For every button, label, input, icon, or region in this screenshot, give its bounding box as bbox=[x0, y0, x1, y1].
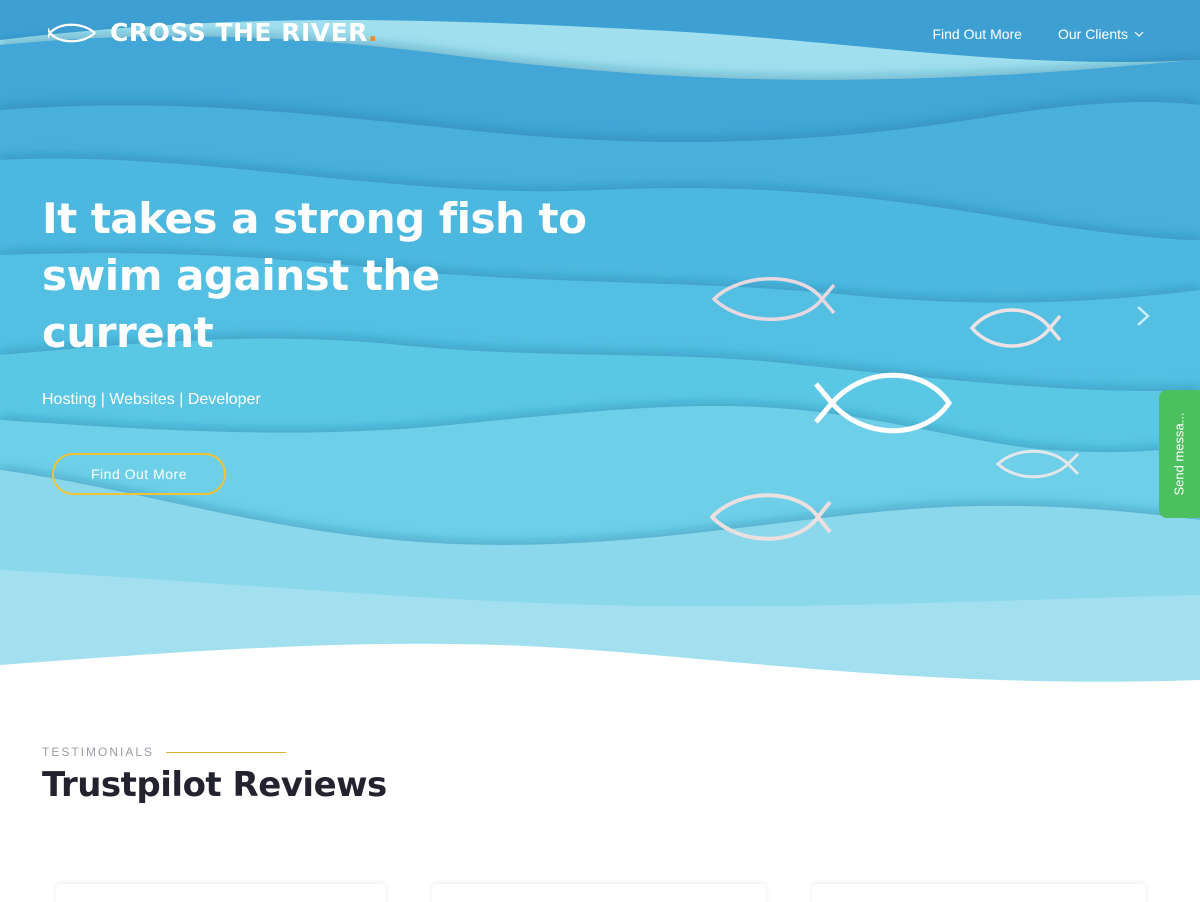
fish-icon bbox=[712, 277, 836, 321]
slider-next-arrow[interactable] bbox=[1132, 304, 1154, 328]
send-message-tab[interactable]: Send messa... bbox=[1159, 390, 1200, 518]
chevron-right-icon bbox=[1137, 306, 1150, 326]
nav-find-out-more-label: Find Out More bbox=[932, 26, 1022, 42]
nav-our-clients[interactable]: Our Clients bbox=[1058, 26, 1144, 42]
review-card[interactable] bbox=[812, 884, 1146, 902]
review-card[interactable] bbox=[432, 884, 766, 902]
eyebrow-label: TESTIMONIALS bbox=[42, 745, 155, 759]
find-out-more-button-label: Find Out More bbox=[91, 466, 187, 482]
fish-icon bbox=[996, 449, 1080, 479]
fish-logo-icon bbox=[48, 23, 96, 42]
eyebrow-divider bbox=[166, 751, 287, 753]
review-card[interactable] bbox=[56, 884, 386, 902]
find-out-more-button[interactable]: Find Out More bbox=[52, 453, 226, 495]
nav-links: Find Out More Our Clients bbox=[932, 26, 1144, 42]
top-navigation: CROSS THE RIVER . Find Out More Our Clie… bbox=[0, 0, 1200, 70]
brand-logo[interactable]: CROSS THE RIVER . bbox=[48, 18, 377, 47]
fish-icon bbox=[970, 308, 1062, 348]
nav-our-clients-label: Our Clients bbox=[1057, 26, 1128, 42]
hero-headline: It takes a strong fish to swim against t… bbox=[42, 194, 587, 357]
section-eyebrow: TESTIMONIALS bbox=[42, 745, 387, 759]
section-title: Trustpilot Reviews bbox=[42, 765, 387, 805]
brand-dot: . bbox=[367, 18, 378, 47]
brand-name: CROSS THE RIVER bbox=[110, 18, 368, 47]
nav-find-out-more[interactable]: Find Out More bbox=[932, 26, 1021, 42]
chevron-down-icon bbox=[1134, 31, 1144, 37]
testimonials-section: TESTIMONIALS Trustpilot Reviews bbox=[42, 745, 387, 805]
hero-subline: Hosting | Websites | Developer bbox=[42, 391, 261, 408]
fish-icon bbox=[710, 493, 832, 541]
fish-icon bbox=[814, 372, 952, 434]
send-message-label: Send messa... bbox=[1171, 412, 1187, 496]
